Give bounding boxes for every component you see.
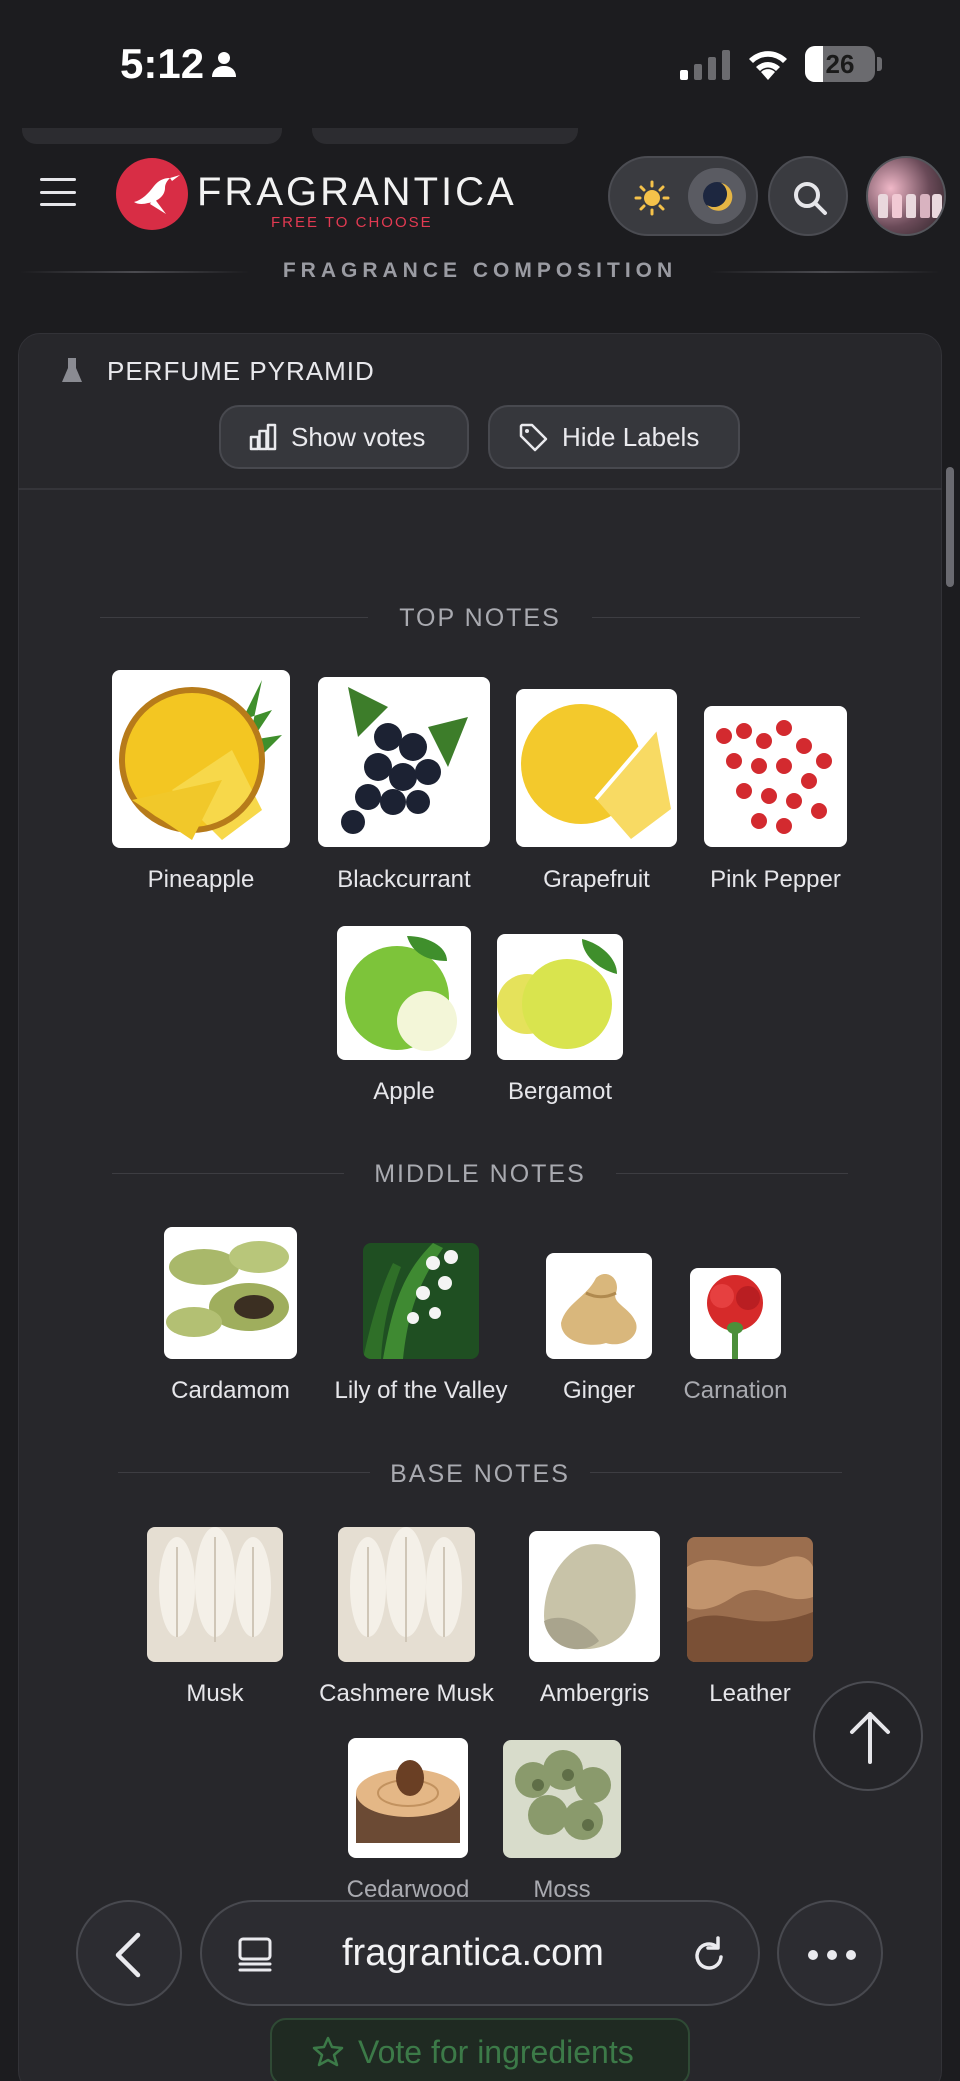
clock: 5:12 — [120, 40, 205, 87]
carnation-image — [690, 1268, 781, 1359]
cellular-signal-icon — [680, 50, 730, 80]
more-icon — [808, 1950, 856, 1960]
show-votes-button[interactable]: Show votes — [219, 405, 469, 469]
base-notes-heading: BASE NOTES — [390, 1460, 570, 1488]
search-button[interactable] — [768, 156, 848, 236]
search-icon — [794, 182, 827, 215]
note-label: Pink Pepper — [710, 866, 841, 893]
card-title: PERFUME PYRAMID — [107, 356, 375, 386]
scrollbar[interactable] — [946, 467, 954, 587]
battery-percentage: 26 — [825, 49, 855, 79]
lily-of-the-valley-image — [363, 1243, 479, 1359]
more-options-button[interactable] — [777, 1900, 883, 2006]
url-text[interactable]: fragrantica.com — [342, 1932, 604, 1975]
ad-strip — [312, 128, 578, 144]
show-votes-label: Show votes — [291, 421, 426, 452]
browser-back-button[interactable] — [76, 1900, 182, 2006]
wifi-icon — [749, 51, 787, 80]
moss-image — [503, 1740, 621, 1858]
hide-labels-button[interactable]: Hide Labels — [488, 405, 740, 469]
ginger-image — [546, 1253, 652, 1359]
note-label: Cashmere Musk — [319, 1680, 494, 1707]
section-caption: FRAGRANCE COMPOSITION — [282, 259, 678, 282]
vote-for-ingredients-button[interactable]: Vote for ingredients — [270, 2018, 690, 2081]
battery-icon: 26 — [805, 46, 875, 82]
user-avatar[interactable] — [866, 156, 946, 236]
battery-tip — [877, 57, 882, 71]
flask-icon — [62, 358, 82, 382]
arrow-up-icon — [850, 1712, 890, 1764]
middle-notes-heading: MIDDLE NOTES — [374, 1160, 586, 1188]
scroll-to-top-button[interactable] — [813, 1681, 923, 1791]
chevron-left-icon — [115, 1932, 141, 1978]
ad-strip — [22, 128, 282, 144]
pineapple-image — [112, 670, 290, 848]
site-logo[interactable]: FRAGRANTICA — [197, 170, 517, 215]
bergamot-image — [497, 934, 623, 1060]
hummingbird-logo-icon[interactable] — [116, 158, 188, 230]
blackcurrant-image — [318, 677, 490, 847]
cedarwood-image — [348, 1738, 468, 1858]
reload-icon[interactable] — [688, 1934, 730, 1976]
tabs-icon[interactable] — [236, 1936, 274, 1974]
pink-pepper-image — [704, 706, 847, 847]
moon-icon[interactable] — [688, 168, 746, 224]
tag-icon — [519, 423, 548, 452]
grapefruit-image — [516, 689, 677, 847]
person-icon — [212, 52, 236, 77]
site-tagline: FREE TO CHOOSE — [271, 214, 433, 231]
hide-labels-label: Hide Labels — [562, 421, 700, 452]
note-label: Bergamot — [507, 1078, 613, 1105]
cardamom-image — [164, 1227, 297, 1359]
note-label: Carnation — [683, 1377, 788, 1404]
site-header: FRAGRANTICA FREE TO CHOOSE — [0, 148, 960, 248]
address-bar[interactable]: fragrantica.com — [200, 1900, 760, 2006]
ambergris-image — [529, 1531, 660, 1662]
musk-image — [147, 1527, 283, 1662]
note-label: Musk — [186, 1680, 244, 1707]
perfume-pyramid-card — [18, 333, 942, 2081]
top-notes-heading: TOP NOTES — [399, 604, 561, 632]
menu-icon[interactable] — [40, 178, 76, 206]
cashmere-musk-image — [338, 1527, 475, 1662]
note-label: Cardamom — [171, 1377, 290, 1404]
leather-image — [687, 1537, 813, 1662]
vote-for-ingredients-label: Vote for ingredients — [358, 2033, 634, 2070]
sun-icon[interactable] — [634, 180, 670, 216]
bar-chart-icon — [249, 423, 277, 451]
status-bar: 5:12 26 — [0, 0, 960, 130]
star-icon — [312, 2036, 344, 2067]
theme-toggle[interactable] — [608, 156, 758, 236]
card-divider — [18, 488, 942, 490]
apple-image — [337, 926, 471, 1060]
note-label: Lily of the Valley — [334, 1377, 508, 1404]
